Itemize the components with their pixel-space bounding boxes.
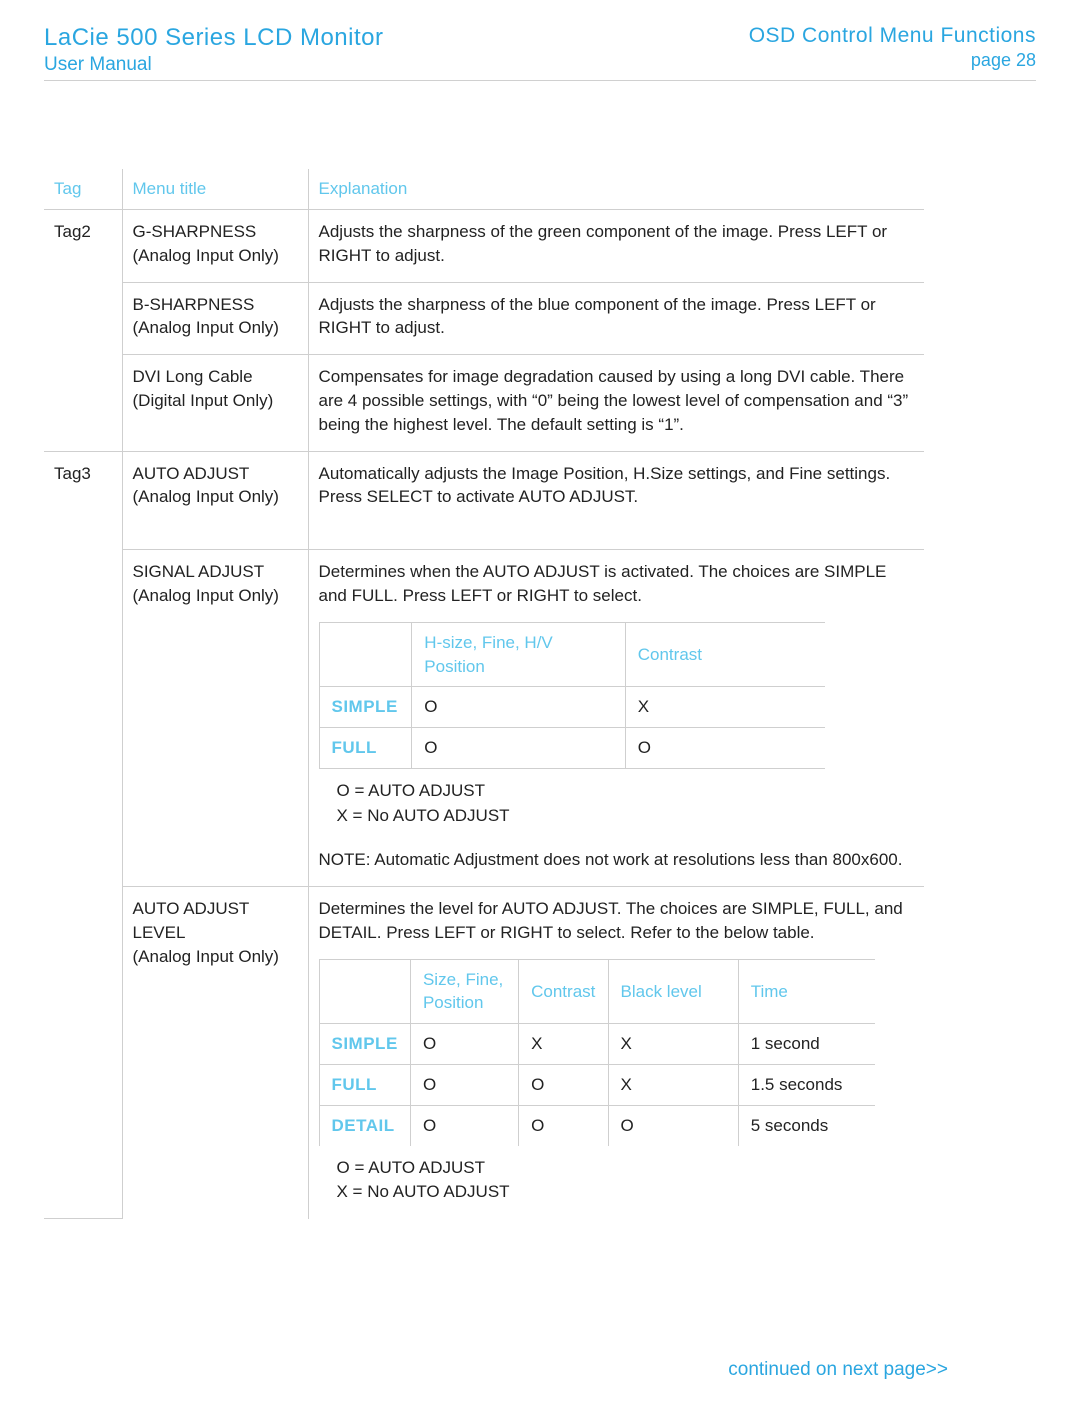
- menu-title-cell: AUTO ADJUST (Analog Input Only): [122, 451, 308, 550]
- inner-row-label: DETAIL: [319, 1105, 410, 1145]
- inner-cell: X: [608, 1065, 738, 1106]
- inner-cell: O: [625, 728, 824, 769]
- menu-title-cell: G-SHARPNESS (Analog Input Only): [122, 210, 308, 283]
- menu-title-main: DVI Long Cable: [133, 365, 298, 389]
- legend: O = AUTO ADJUST X = No AUTO ADJUST: [337, 1156, 915, 1205]
- continued-on-next-page: continued on next page>>: [44, 1359, 1036, 1381]
- page-header: LaCie 500 Series LCD Monitor User Manual…: [44, 24, 1036, 81]
- inner-col-hsize: H-size, Fine, H/V Position: [412, 622, 625, 687]
- doc-title: LaCie 500 Series LCD Monitor: [44, 24, 384, 52]
- legend: O = AUTO ADJUST X = No AUTO ADJUST: [337, 779, 915, 828]
- inner-header-row: Size, Fine, Position Contrast Black leve…: [319, 959, 875, 1024]
- explanation-cell: Adjusts the sharpness of the green compo…: [308, 210, 924, 283]
- inner-blank: [319, 622, 412, 687]
- inner-row-full: FULL O O: [319, 728, 825, 769]
- menu-title-sub: (Analog Input Only): [133, 945, 298, 969]
- col-menu-title: Menu title: [122, 169, 308, 210]
- menu-title-main: AUTO ADJUST LEVEL: [133, 897, 298, 945]
- inner-row-simple: SIMPLE O X X 1 second: [319, 1024, 875, 1065]
- menu-title-sub: (Analog Input Only): [133, 485, 298, 509]
- explanation-cell: Compensates for image degradation caused…: [308, 355, 924, 451]
- explanation-text: Determines the level for AUTO ADJUST. Th…: [319, 899, 903, 942]
- inner-col-time: Time: [738, 959, 874, 1024]
- menu-title-cell: SIGNAL ADJUST (Analog Input Only): [122, 550, 308, 887]
- explanation-cell: Automatically adjusts the Image Position…: [308, 451, 924, 550]
- explanation-cell: Determines the level for AUTO ADJUST. Th…: [308, 887, 924, 1219]
- inner-cell: X: [608, 1024, 738, 1065]
- explanation-text: Determines when the AUTO ADJUST is activ…: [319, 562, 887, 605]
- inner-cell: O: [412, 687, 625, 728]
- row-signal-adjust: SIGNAL ADJUST (Analog Input Only) Determ…: [44, 550, 924, 887]
- page: LaCie 500 Series LCD Monitor User Manual…: [0, 0, 1080, 1421]
- osd-table: Tag Menu title Explanation Tag2 G-SHARPN…: [44, 169, 924, 1219]
- inner-col-contrast: Contrast: [625, 622, 824, 687]
- inner-cell: O: [608, 1105, 738, 1145]
- menu-title-cell: DVI Long Cable (Digital Input Only): [122, 355, 308, 451]
- row-auto-adjust: Tag3 AUTO ADJUST (Analog Input Only) Aut…: [44, 451, 924, 550]
- menu-title-sub: (Analog Input Only): [133, 316, 298, 340]
- inner-cell: O: [410, 1065, 518, 1106]
- header-right: OSD Control Menu Functions page 28: [749, 24, 1036, 76]
- row-g-sharpness: Tag2 G-SHARPNESS (Analog Input Only) Adj…: [44, 210, 924, 283]
- row-b-sharpness: B-SHARPNESS (Analog Input Only) Adjusts …: [44, 282, 924, 355]
- inner-cell: O: [410, 1105, 518, 1145]
- legend-o: O = AUTO ADJUST: [337, 779, 915, 804]
- menu-title-sub: (Analog Input Only): [133, 244, 298, 268]
- inner-row-simple: SIMPLE O X: [319, 687, 825, 728]
- inner-cell-time: 5 seconds: [738, 1105, 874, 1145]
- inner-col-blacklevel: Black level: [608, 959, 738, 1024]
- inner-cell: O: [410, 1024, 518, 1065]
- legend-x: X = No AUTO ADJUST: [337, 804, 915, 829]
- tag-cell: Tag3: [44, 451, 122, 1219]
- page-number: page 28: [971, 50, 1036, 71]
- inner-col-size: Size, Fine, Position: [410, 959, 518, 1024]
- menu-title-cell: B-SHARPNESS (Analog Input Only): [122, 282, 308, 355]
- auto-adjust-level-table: Size, Fine, Position Contrast Black leve…: [319, 959, 875, 1146]
- inner-cell: X: [519, 1024, 608, 1065]
- legend-o: O = AUTO ADJUST: [337, 1156, 915, 1181]
- inner-row-detail: DETAIL O O O 5 seconds: [319, 1105, 875, 1145]
- signal-adjust-table: H-size, Fine, H/V Position Contrast SIMP…: [319, 622, 825, 769]
- header-left: LaCie 500 Series LCD Monitor User Manual: [44, 24, 384, 76]
- inner-row-label: SIMPLE: [319, 1024, 410, 1065]
- inner-cell: X: [625, 687, 824, 728]
- inner-row-full: FULL O O X 1.5 seconds: [319, 1065, 875, 1106]
- menu-title-main: B-SHARPNESS: [133, 293, 298, 317]
- row-dvi-long-cable: DVI Long Cable (Digital Input Only) Comp…: [44, 355, 924, 451]
- inner-row-label: FULL: [319, 728, 412, 769]
- tag-cell: Tag2: [44, 210, 122, 452]
- inner-cell-time: 1.5 seconds: [738, 1065, 874, 1106]
- menu-title-cell: AUTO ADJUST LEVEL (Analog Input Only): [122, 887, 308, 1219]
- section-title: OSD Control Menu Functions: [749, 24, 1036, 48]
- table-header-row: Tag Menu title Explanation: [44, 169, 924, 210]
- menu-title-sub: (Digital Input Only): [133, 389, 298, 413]
- doc-subtitle: User Manual: [44, 54, 384, 76]
- inner-blank: [319, 959, 410, 1024]
- legend-x: X = No AUTO ADJUST: [337, 1180, 915, 1205]
- col-tag: Tag: [44, 169, 122, 210]
- menu-title-main: G-SHARPNESS: [133, 220, 298, 244]
- inner-cell: O: [412, 728, 625, 769]
- inner-header-row: H-size, Fine, H/V Position Contrast: [319, 622, 825, 687]
- row-auto-adjust-level: AUTO ADJUST LEVEL (Analog Input Only) De…: [44, 887, 924, 1219]
- inner-row-label: SIMPLE: [319, 687, 412, 728]
- inner-cell-time: 1 second: [738, 1024, 874, 1065]
- inner-col-contrast: Contrast: [519, 959, 608, 1024]
- col-explanation: Explanation: [308, 169, 924, 210]
- menu-title-sub: (Analog Input Only): [133, 584, 298, 608]
- inner-row-label: FULL: [319, 1065, 410, 1106]
- menu-title-main: SIGNAL ADJUST: [133, 560, 298, 584]
- inner-cell: O: [519, 1065, 608, 1106]
- menu-title-main: AUTO ADJUST: [133, 462, 298, 486]
- explanation-cell: Determines when the AUTO ADJUST is activ…: [308, 550, 924, 887]
- signal-adjust-note: NOTE: Automatic Adjustment does not work…: [319, 848, 915, 872]
- explanation-cell: Adjusts the sharpness of the blue compon…: [308, 282, 924, 355]
- inner-cell: O: [519, 1105, 608, 1145]
